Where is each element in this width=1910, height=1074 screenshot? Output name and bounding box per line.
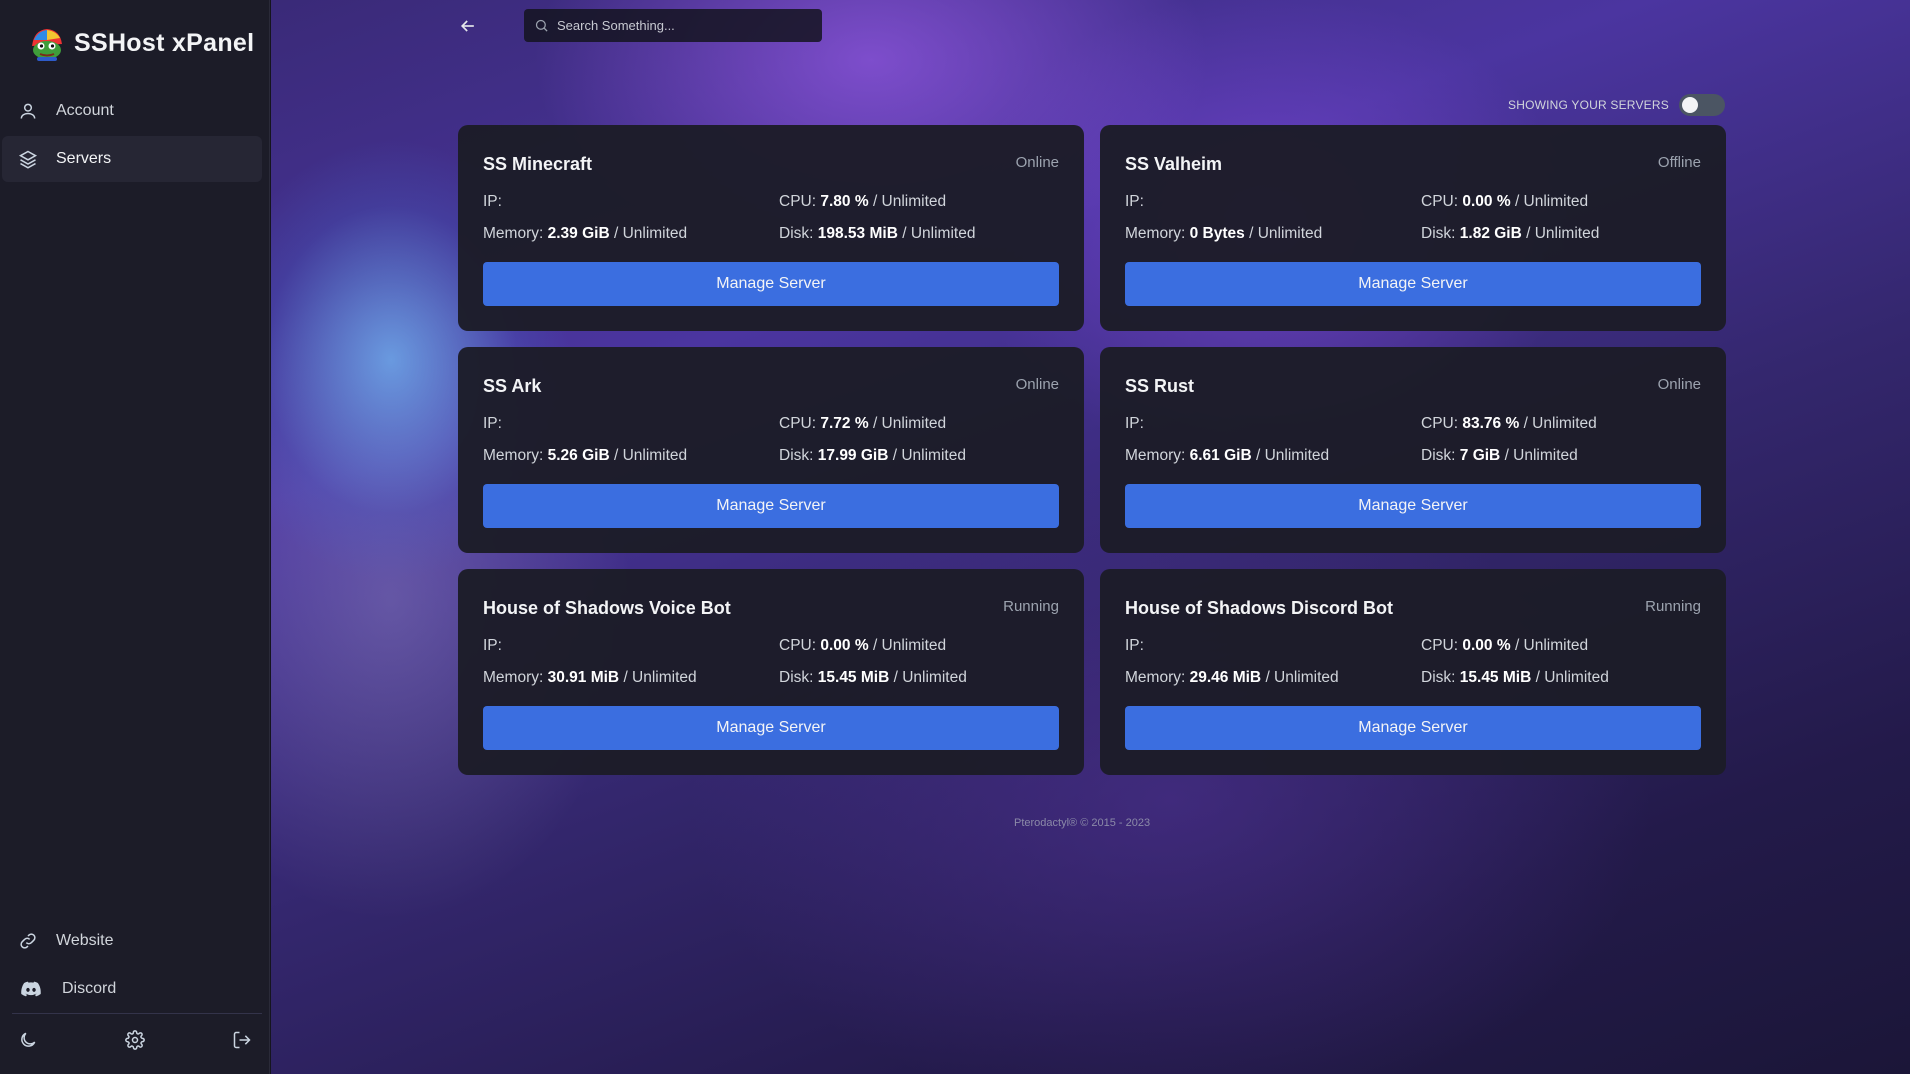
user-icon <box>20 103 36 119</box>
server-memory: Memory: 6.61 GiB / Unlimited <box>1125 447 1330 464</box>
server-status: Online <box>1015 376 1059 393</box>
sidebar-item-account[interactable]: Account <box>2 88 262 134</box>
moon-icon <box>21 1032 36 1047</box>
sidebar-item-servers[interactable]: Servers <box>2 136 262 182</box>
server-disk: Disk: 15.45 MiB / Unlimited <box>779 669 967 686</box>
sidebar-item-label: Account <box>56 102 114 119</box>
sidebar-divider <box>12 1013 262 1014</box>
server-card: SS Valheim Offline IP: CPU: 0.00 % / Unl… <box>1100 125 1726 331</box>
sidebar-item-label: Website <box>56 932 114 949</box>
sidebar-item-discord[interactable]: Discord <box>2 966 262 1012</box>
sidebar-item-label: Servers <box>56 150 112 167</box>
server-disk: Disk: 1.82 GiB / Unlimited <box>1421 225 1600 242</box>
server-memory: Memory: 2.39 GiB / Unlimited <box>483 225 688 242</box>
server-memory: Memory: 30.91 MiB / Unlimited <box>483 669 697 686</box>
server-memory: Memory: 5.26 GiB / Unlimited <box>483 447 688 464</box>
server-disk: Disk: 198.53 MiB / Unlimited <box>779 225 976 242</box>
search-bar[interactable] <box>524 9 822 42</box>
server-name[interactable]: House of Shadows Discord Bot <box>1125 598 1393 619</box>
server-cpu: CPU: 7.72 % / Unlimited <box>779 415 947 432</box>
server-ip: IP: <box>483 637 502 654</box>
sidebar-bottom-nav: Website Discord <box>0 916 270 1012</box>
server-cpu: CPU: 83.76 % / Unlimited <box>1421 415 1597 432</box>
gear-icon <box>125 1030 145 1050</box>
server-disk: Disk: 7 GiB / Unlimited <box>1421 447 1578 464</box>
server-card: SS Ark Online IP: CPU: 7.72 % / Unlimite… <box>458 347 1084 553</box>
server-ip: IP: <box>1125 415 1144 432</box>
back-button[interactable] <box>458 16 478 36</box>
server-status: Online <box>1015 154 1059 171</box>
server-name[interactable]: SS Minecraft <box>483 154 592 175</box>
server-cpu: CPU: 0.00 % / Unlimited <box>1421 637 1589 654</box>
server-status: Online <box>1657 376 1701 393</box>
discord-icon <box>21 981 41 997</box>
server-ip: IP: <box>483 415 502 432</box>
server-memory: Memory: 29.46 MiB / Unlimited <box>1125 669 1339 686</box>
server-disk: Disk: 15.45 MiB / Unlimited <box>1421 669 1609 686</box>
logout-icon <box>233 1031 251 1049</box>
server-cpu: CPU: 7.80 % / Unlimited <box>779 193 947 210</box>
server-ip: IP: <box>1125 637 1144 654</box>
manage-server-button[interactable]: Manage Server <box>1125 706 1701 750</box>
settings-button[interactable] <box>125 1030 145 1055</box>
server-name[interactable]: SS Ark <box>483 376 541 397</box>
server-disk: Disk: 17.99 GiB / Unlimited <box>779 447 966 464</box>
server-memory: Memory: 0 Bytes / Unlimited <box>1125 225 1323 242</box>
link-icon <box>20 933 36 949</box>
search-icon <box>535 19 548 32</box>
server-card: SS Minecraft Online IP: CPU: 7.80 % / Un… <box>458 125 1084 331</box>
server-name[interactable]: SS Valheim <box>1125 154 1222 175</box>
sidebar-item-website[interactable]: Website <box>2 918 262 964</box>
manage-server-button[interactable]: Manage Server <box>1125 262 1701 306</box>
server-status: Running <box>1645 598 1701 615</box>
footer-copyright[interactable]: Pterodactyl® © 2015 - 2023 <box>1014 817 1150 829</box>
server-name[interactable]: SS Rust <box>1125 376 1194 397</box>
server-name[interactable]: House of Shadows Voice Bot <box>483 598 731 619</box>
server-card: SS Rust Online IP: CPU: 83.76 % / Unlimi… <box>1100 347 1726 553</box>
sidebar-nav: Account Servers <box>0 86 270 182</box>
sidebar-bottom-icons <box>0 1030 270 1055</box>
sidebar-item-label: Discord <box>62 980 117 997</box>
logout-button[interactable] <box>232 1030 252 1055</box>
theme-toggle-button[interactable] <box>18 1030 38 1055</box>
arrow-left-icon <box>460 20 474 32</box>
toggle-label: SHOWING YOUR SERVERS <box>1508 98 1669 112</box>
server-cpu: CPU: 0.00 % / Unlimited <box>1421 193 1589 210</box>
manage-server-button[interactable]: Manage Server <box>483 484 1059 528</box>
manage-server-button[interactable]: Manage Server <box>1125 484 1701 528</box>
server-card: House of Shadows Voice Bot Running IP: C… <box>458 569 1084 775</box>
logo-icon <box>32 29 62 61</box>
server-ip: IP: <box>1125 193 1144 210</box>
brand-title: SSHost xPanel <box>74 28 255 57</box>
toggle-knob <box>1681 97 1698 113</box>
show-all-servers-toggle[interactable] <box>1678 94 1725 116</box>
server-cpu: CPU: 0.00 % / Unlimited <box>779 637 947 654</box>
manage-server-button[interactable]: Manage Server <box>483 706 1059 750</box>
layers-icon <box>18 150 38 169</box>
server-status: Offline <box>1657 154 1701 171</box>
sidebar: SSHost xPanel Account Servers Website Di… <box>0 0 270 1074</box>
server-card: House of Shadows Discord Bot Running IP:… <box>1100 569 1726 775</box>
brand[interactable]: SSHost xPanel <box>28 24 254 62</box>
manage-server-button[interactable]: Manage Server <box>483 262 1059 306</box>
server-filter-toggle-row: SHOWING YOUR SERVERS <box>1508 94 1725 116</box>
server-ip: IP: <box>483 193 502 210</box>
server-status: Running <box>1003 598 1059 615</box>
search-input[interactable] <box>557 18 797 33</box>
